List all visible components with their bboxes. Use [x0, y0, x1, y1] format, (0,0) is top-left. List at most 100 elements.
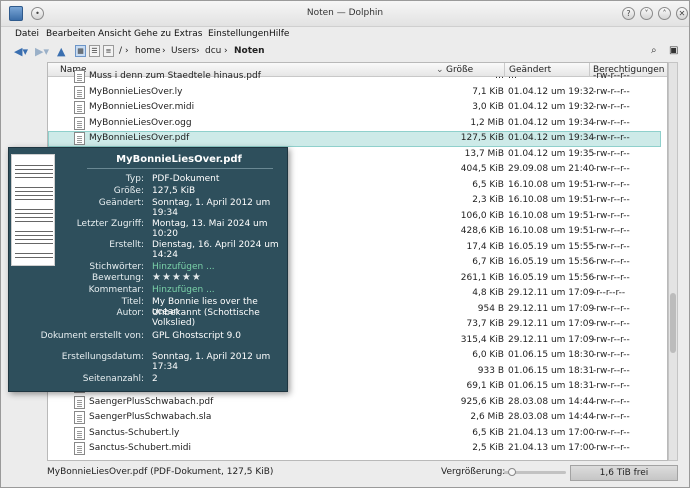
file-date: 16.05.19 um 15:56 [508, 272, 595, 283]
scroll-thumb[interactable] [670, 293, 676, 353]
up-icon[interactable]: ▲ [57, 45, 65, 58]
tooltip-key: Stichwörter: [89, 262, 144, 272]
breadcrumb-dcu[interactable]: dcu [205, 46, 221, 56]
file-permissions: -rw-r--r-- [593, 350, 630, 360]
file-permissions: -rw-r--r-- [593, 71, 630, 81]
file-icon [74, 411, 85, 424]
breadcrumb-current[interactable]: Noten [234, 46, 265, 56]
file-size: 954 B [477, 303, 504, 314]
toolbar: ◀▾ ▶▾ ▲ ▦ ☰ ≡ / › home › Users › dcu › N… [1, 43, 689, 61]
file-permissions: -rw-r--r-- [593, 257, 630, 267]
file-icon [74, 442, 85, 455]
file-icon [74, 426, 85, 440]
file-size: 404,5 KiB [460, 164, 504, 174]
file-size: 2,6 MiB [470, 412, 504, 422]
file-date: 16.10.08 um 19:51 [508, 179, 595, 190]
tooltip-key: Kommentar: [88, 285, 144, 295]
file-date: 16.05.19 um 15:56 [508, 257, 595, 267]
file-tooltip: MyBonnieLiesOver.pdf Typ: PDF-Dokument Grö… [8, 147, 288, 392]
menu-hilfe[interactable]: Hilfe [269, 29, 289, 39]
binoculars-icon[interactable]: ⌕ [651, 45, 657, 56]
file-permissions: -rw-r--r-- [593, 334, 630, 345]
file-date: 28.03.08 um 14:44 [508, 412, 595, 422]
dolphin-window: • Noten — Dolphin ? ˅ ˄ ✕ Datei Bearbeit… [0, 0, 690, 488]
tooltip-value[interactable]: Hinzufügen ... [152, 262, 284, 272]
compact-view-icon[interactable]: ☰ [89, 45, 100, 57]
status-bar: MyBonnieLiesOver.pdf (PDF-Dokument, 127,… [1, 463, 689, 487]
minimize-icon[interactable]: ˅ [640, 7, 653, 20]
file-size: 6,5 KiB [472, 427, 504, 438]
breadcrumb-root[interactable]: / [119, 46, 122, 56]
split-view-icon[interactable]: ▣ [669, 45, 678, 56]
menu-einstellungen[interactable]: Einstellungen [208, 29, 269, 39]
title-bar: • Noten — Dolphin ? ˅ ˄ ✕ [1, 1, 689, 27]
file-size: 7,1 KiB [472, 86, 504, 97]
file-permissions: -rw-r--r-- [593, 102, 630, 112]
menu-bearbeiten[interactable]: Bearbeiten [46, 29, 95, 39]
tooltip-key: Letzter Zugriff: [76, 219, 144, 229]
rating-stars[interactable]: ★★★★★ [152, 273, 284, 283]
file-name: SaengerPlusSchwabach.pdf [89, 396, 214, 407]
file-icon [74, 101, 85, 114]
zoom-slider[interactable] [504, 468, 566, 476]
table-row[interactable]: SaengerPlusSchwabach.pdf 925,6 KiB 28.03.0… [48, 395, 661, 411]
file-size: 2,3 KiB [472, 195, 504, 205]
file-name: MyBonnieLiesOver.ogg [89, 117, 192, 128]
file-permissions: -rw-r--r-- [593, 427, 630, 438]
file-size: 73,7 KiB [466, 319, 504, 329]
file-permissions: -rw-r--r-- [593, 195, 630, 205]
file-permissions: -rw-r--r-- [593, 396, 630, 407]
zoom-label: Vergrößerung: [441, 467, 506, 477]
file-date: 01.06.15 um 18:31 [508, 381, 595, 391]
back-icon[interactable]: ◀▾ [14, 45, 28, 58]
breadcrumb-users[interactable]: Users [171, 46, 196, 56]
file-date: 29.12.11 um 17:09 [508, 319, 595, 329]
file-name: MyBonnieLiesOver.ly [89, 86, 183, 97]
menu-extras[interactable]: Extras [174, 29, 202, 39]
tooltip-value[interactable]: Hinzufügen ... [152, 285, 284, 295]
file-permissions: -rw-r--r-- [593, 241, 630, 252]
help-icon[interactable]: ? [622, 7, 635, 20]
file-name: MyBonnieLiesOver.pdf [89, 133, 190, 143]
table-row[interactable]: MyBonnieLiesOver.ogg 1,2 MiB 01.04.12 um 1… [48, 116, 661, 132]
file-permissions: -rw-r--r-- [593, 117, 630, 128]
file-permissions: -rw-r--r-- [593, 226, 630, 236]
file-date: 16.10.08 um 19:51 [508, 210, 595, 221]
file-name: MyBonnieLiesOver.midi [89, 102, 195, 112]
file-permissions: -rw-r--r-- [593, 272, 630, 283]
file-date: 01.06.15 um 18:30 [508, 350, 595, 360]
vertical-scrollbar[interactable] [668, 62, 678, 461]
tooltip-key: Titel: [121, 297, 144, 307]
file-date: 01.04.12 um 19:34 [508, 117, 595, 128]
file-size: 925,6 KiB [460, 396, 504, 407]
tooltip-key: Seitenanzahl: [82, 374, 144, 384]
table-row[interactable]: MyBonnieLiesOver.pdf 127,5 KiB 01.04.12 um… [48, 131, 661, 147]
table-row[interactable]: Muss i denn zum Staedtele hinaus.pdf … … -r… [48, 69, 661, 85]
breadcrumb-home[interactable]: home [135, 46, 161, 56]
free-space-indicator[interactable]: 1,6 TiB frei [570, 465, 678, 481]
window-title: Noten — Dolphin [306, 8, 384, 18]
close-icon[interactable]: ✕ [676, 7, 688, 20]
tooltip-key: Typ: [125, 174, 144, 184]
file-date: … [508, 71, 517, 81]
icons-view-icon[interactable]: ▦ [75, 45, 86, 57]
menu-ansicht[interactable]: Ansicht [98, 29, 131, 39]
file-icon [74, 395, 85, 409]
pdf-preview-thumbnail [11, 154, 55, 266]
maximize-icon[interactable]: ˄ [658, 7, 671, 20]
details-view-icon[interactable]: ≡ [103, 45, 114, 57]
zoom-slider-handle[interactable] [508, 468, 516, 476]
file-permissions: -rw-r--r-- [593, 443, 630, 453]
tooltip-value: Sonntag, 1. April 2012 um 17:34 [152, 352, 271, 372]
table-row[interactable]: MyBonnieLiesOver.ly 7,1 KiB 01.04.12 um 19… [48, 85, 661, 101]
menu-gehe-zu[interactable]: Gehe zu [134, 29, 171, 39]
menu-datei[interactable]: Datei [15, 29, 39, 39]
forward-icon[interactable]: ▶▾ [35, 45, 49, 58]
table-row[interactable]: SaengerPlusSchwabach.sla 2,6 MiB 28.03.08 … [48, 410, 661, 426]
file-size: 1,2 MiB [470, 117, 504, 128]
table-row[interactable]: Sanctus-Schubert.midi 2,5 KiB 21.04.13 um … [48, 441, 661, 457]
tooltip-key: Größe: [113, 186, 144, 196]
table-row[interactable]: MyBonnieLiesOver.midi 3,0 KiB 01.04.12 um … [48, 100, 661, 116]
file-size: 69,1 KiB [466, 381, 504, 391]
table-row[interactable]: Sanctus-Schubert.ly 6,5 KiB 21.04.13 um 17… [48, 426, 661, 442]
